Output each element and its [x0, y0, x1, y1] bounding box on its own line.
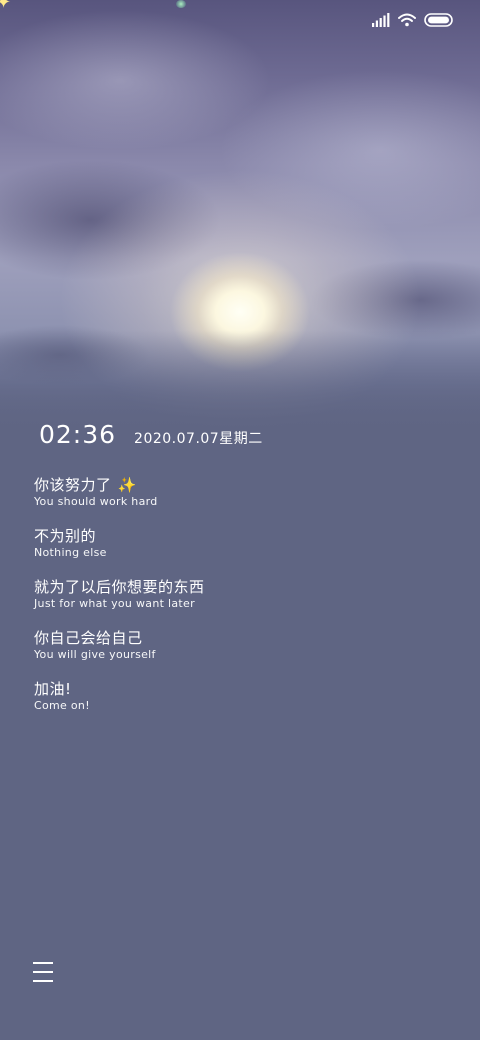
sparkle-icon: ✦: [0, 0, 12, 13]
signal-icon: [372, 13, 390, 27]
status-bar: [372, 10, 454, 30]
lens-flare: [176, 0, 186, 8]
wifi-icon: [398, 13, 416, 27]
quote-item: 不为别的 Nothing else: [34, 526, 454, 560]
quote-item: 就为了以后你想要的东西 Just for what you want later: [34, 577, 454, 611]
menu-line: [33, 980, 53, 982]
quote-item: 你自己会给自己 You will give yourself: [34, 628, 454, 662]
quote-english: You should work hard: [34, 495, 158, 508]
clock-time: 02:36: [39, 420, 117, 449]
quote-english: You will give yourself: [34, 648, 156, 661]
quote-chinese: 加油!: [34, 680, 72, 698]
clock-date: 2020.07.07星期二: [134, 431, 263, 447]
quote-english: Just for what you want later: [34, 597, 195, 610]
quote-chinese: 不为别的: [34, 527, 97, 545]
menu-icon[interactable]: [33, 961, 55, 983]
motivational-quotes: 你该努力了 ✨ You should work hard 不为别的 Nothing…: [34, 475, 454, 730]
quote-chinese: 你该努力了 ✨: [34, 476, 137, 494]
battery-icon: [424, 13, 454, 27]
menu-line: [33, 962, 53, 964]
quote-item: 加油! Come on!: [34, 679, 454, 713]
quote-item: 你该努力了 ✨ You should work hard: [34, 475, 454, 509]
sparkles-icon: ✨: [117, 476, 137, 494]
menu-line: [33, 971, 53, 973]
clock-row: 02:36 2020.07.07星期二: [39, 420, 263, 449]
quote-chinese: 就为了以后你想要的东西: [34, 578, 205, 596]
quote-english: Nothing else: [34, 546, 107, 559]
quote-chinese: 你自己会给自己: [34, 629, 143, 647]
lock-screen: ✦ 02:36 2020.07.07星期二 你该努力了 ✨ You should…: [0, 0, 480, 1040]
quote-english: Come on!: [34, 699, 90, 712]
